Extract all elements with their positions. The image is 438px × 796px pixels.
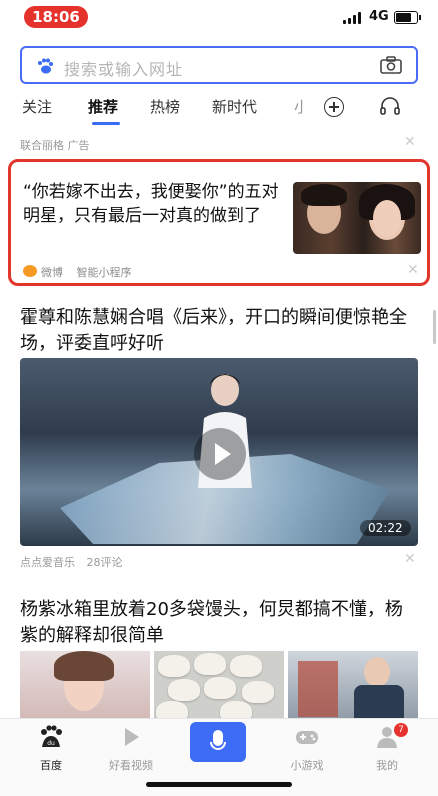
tab-partial[interactable]: 小 xyxy=(294,96,304,116)
video-play-icon xyxy=(125,728,139,746)
signal-icon xyxy=(343,12,363,24)
tab-new-era[interactable]: 新时代 xyxy=(212,96,257,117)
active-tab-indicator xyxy=(92,122,120,125)
baidu-home-icon: du xyxy=(41,725,62,747)
nav-mini-games[interactable]: 小游戏 xyxy=(272,725,342,773)
network-type: 4G xyxy=(369,9,389,24)
article-source: 微博 智能小程序 xyxy=(41,266,132,279)
scrollbar[interactable] xyxy=(433,310,436,344)
article-meta-2: 点点爱音乐 28评论 xyxy=(20,556,123,569)
camera-icon[interactable] xyxy=(380,56,402,74)
video-duration: 02:22 xyxy=(360,520,411,536)
article-title: “你若嫁不出去，我便娶你”的五对明星，只有最后一对真的做到了 xyxy=(23,182,279,226)
card-close-icon[interactable]: ✕ xyxy=(407,262,419,278)
play-icon[interactable] xyxy=(194,428,246,480)
gamepad-icon xyxy=(296,731,318,744)
article-image-2[interactable] xyxy=(154,651,284,721)
article-image-1[interactable] xyxy=(20,651,150,721)
home-indicator[interactable] xyxy=(146,782,292,787)
search-input[interactable]: 搜索或输入网址 xyxy=(20,46,418,84)
video-thumbnail[interactable]: 02:22 xyxy=(20,358,418,546)
article-close-icon-2[interactable]: ✕ xyxy=(404,551,416,567)
search-placeholder: 搜索或输入网址 xyxy=(64,60,184,79)
microphone-base xyxy=(210,742,226,750)
nav-haokan-video[interactable]: 好看视频 xyxy=(96,725,166,773)
tab-recommend[interactable]: 推荐 xyxy=(88,96,118,117)
notification-badge: 7 xyxy=(394,723,408,737)
ad-label: 联合丽格 广告 xyxy=(20,139,90,152)
status-bar: 18:06 4G xyxy=(0,0,438,36)
status-time: 18:06 xyxy=(24,6,88,28)
headphones-icon[interactable] xyxy=(380,97,400,115)
add-channel-icon[interactable] xyxy=(324,97,344,117)
battery-icon xyxy=(394,11,421,24)
article-title-2[interactable]: 霍尊和陈慧娴合唱《后来》，开口的瞬间便惊艳全场，评委直呼好听 xyxy=(20,305,416,357)
baidu-paw-icon xyxy=(38,58,53,74)
nav-baidu[interactable]: du 百度 xyxy=(16,725,86,773)
ad-close-icon[interactable]: ✕ xyxy=(404,134,416,150)
category-tabs: 关注 推荐 热榜 新时代 xyxy=(0,92,438,126)
tab-follow[interactable]: 关注 xyxy=(22,96,52,117)
nav-mine[interactable]: 7 我的 xyxy=(352,723,422,773)
svg-text:du: du xyxy=(47,740,55,747)
voice-search-button[interactable] xyxy=(190,722,246,762)
article-title-3[interactable]: 杨紫冰箱里放着20多袋馒头，何炅都搞不懂，杨紫的解释却很简单 xyxy=(20,597,416,649)
tab-hot[interactable]: 热榜 xyxy=(150,96,180,117)
article-image-3[interactable] xyxy=(288,651,418,721)
article-thumbnail xyxy=(293,182,421,254)
highlighted-article-card[interactable]: “你若嫁不出去，我便娶你”的五对明星，只有最后一对真的做到了 微博 智能小程序 … xyxy=(8,159,430,286)
